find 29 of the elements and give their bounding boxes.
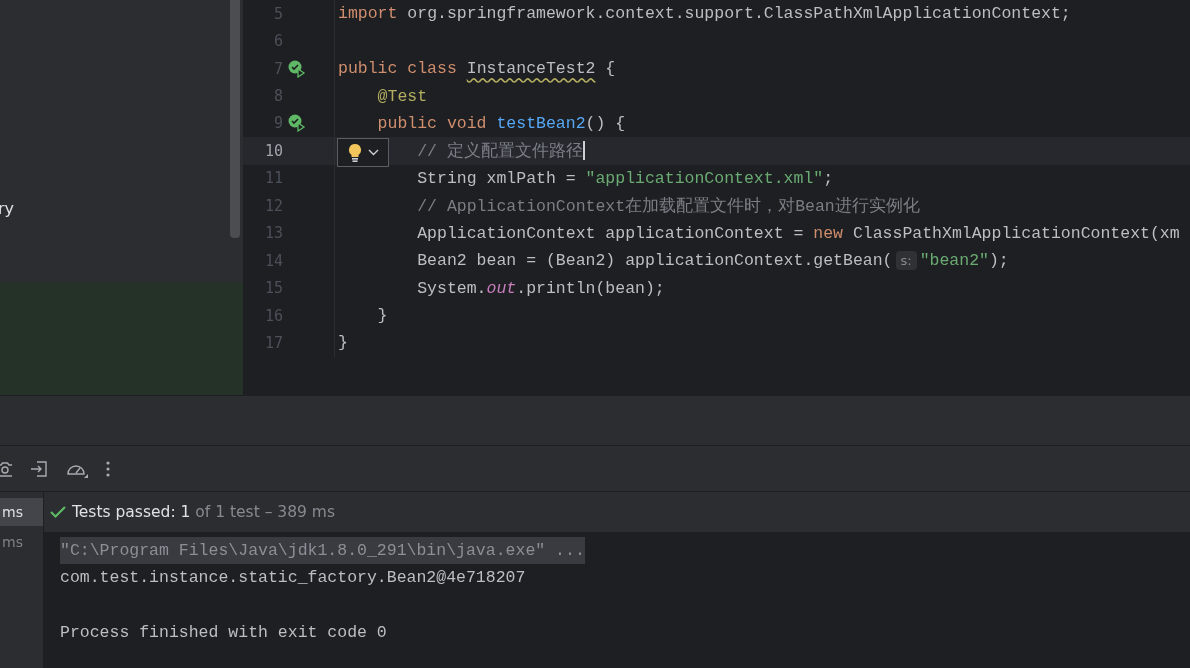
more-icon[interactable]: [106, 460, 110, 477]
tree-item[interactable]: ry: [0, 196, 19, 222]
code-line: // ApplicationContext在加载配置文件时，对Bean进行实例化: [416, 195, 920, 217]
line-number: 10: [263, 141, 283, 160]
test-duration[interactable]: ms: [0, 498, 43, 526]
camera-icon[interactable]: [0, 459, 12, 478]
chevron-down-icon: [367, 149, 379, 157]
lightbulb-icon: [347, 142, 362, 163]
test-duration[interactable]: ms: [0, 528, 43, 556]
parameter-hint: s:: [895, 251, 917, 271]
code-line: ApplicationContext applicationContext = new ClassPathXmlApplicationContext(xm: [416, 223, 1180, 243]
console-line: Process finished with exit code 0: [60, 621, 387, 644]
code-line: System.out.println(bean);: [416, 278, 665, 298]
exit-icon[interactable]: [30, 459, 48, 478]
code-line: String xmlPath = "applicationContext.xml";: [416, 168, 834, 188]
code-line: // 定义配置文件路径: [416, 140, 585, 162]
test-passed-icon[interactable]: [288, 59, 306, 78]
code-line: Bean2 bean = (Bean2) applicationContext.getBean( s: "bean2");: [416, 251, 1009, 271]
code-line: public void testBean2() {: [376, 113, 626, 133]
code-line: }: [376, 306, 388, 326]
code-line: import org.springframework.context.support.ClassPathXmlApplicationContext;: [337, 4, 1071, 24]
code-line: @Test: [376, 86, 428, 106]
intention-button[interactable]: [337, 138, 389, 168]
code-line: public class InstanceTest2 {: [337, 59, 616, 79]
console-line: com.test.instance.static_factory.Bean2@4e718207: [60, 567, 526, 590]
test-passed-icon[interactable]: [288, 114, 306, 133]
scrollbar[interactable]: [230, 0, 240, 238]
test-status: Tests passed: 1 of 1 test – 389 ms: [72, 503, 336, 521]
code-line: }: [337, 333, 348, 353]
